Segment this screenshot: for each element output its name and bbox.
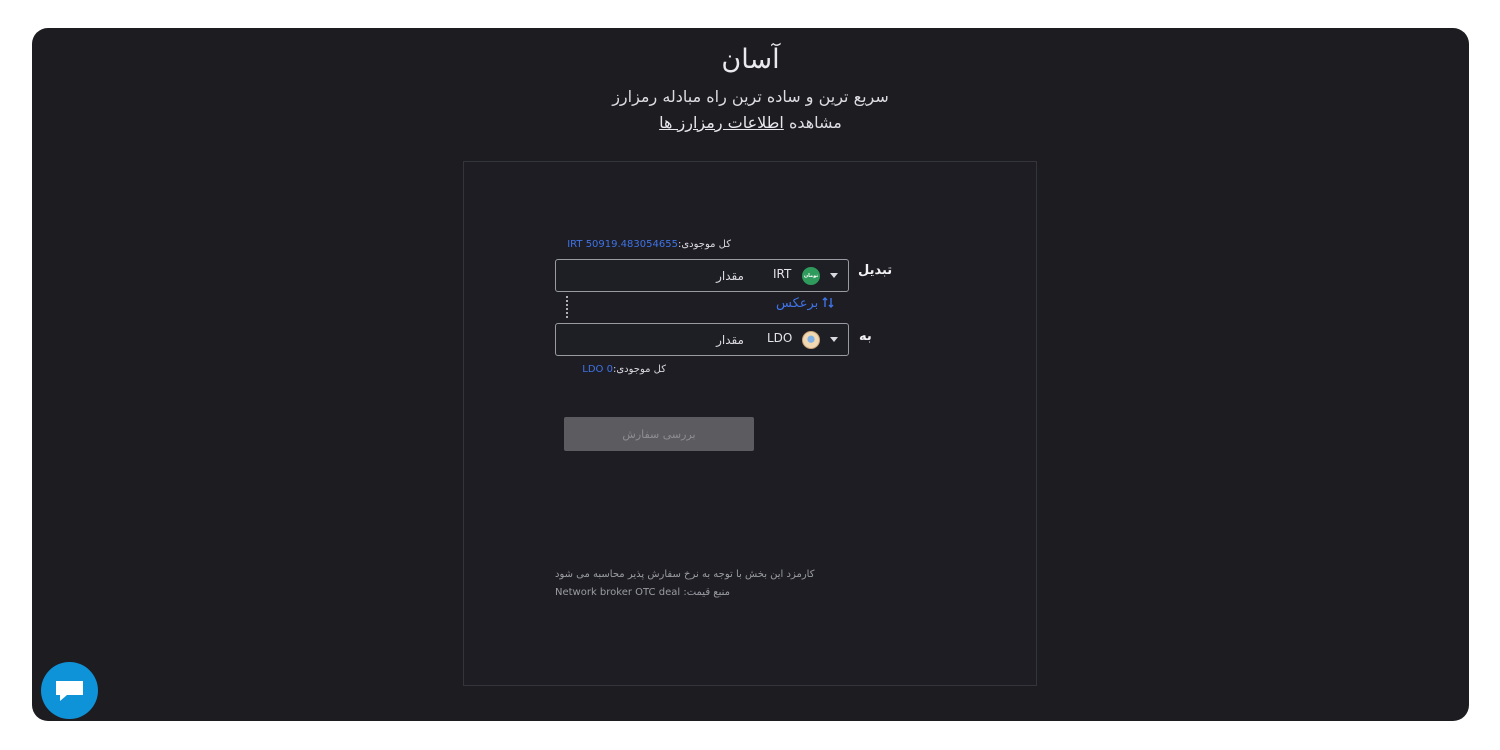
- price-source-label: منبع قیمت:: [683, 587, 730, 598]
- to-balance-label: کل موجودی:: [612, 364, 666, 375]
- to-balance: کل موجودی:LDO 0: [576, 363, 666, 377]
- caret-down-icon[interactable]: [830, 273, 838, 278]
- ldo-coin-icon: [802, 331, 820, 349]
- main-panel: آسان سریع ترین و ساده ترین راه مبادله رم…: [32, 28, 1469, 721]
- price-source-value: Network broker OTC deal: [555, 587, 681, 598]
- caret-down-icon[interactable]: [830, 337, 838, 342]
- chat-button[interactable]: [41, 662, 98, 719]
- reverse-label: برعکس: [776, 296, 819, 311]
- from-balance-value[interactable]: IRT 50919.483054655: [567, 239, 678, 250]
- to-field: LDO: [555, 323, 849, 356]
- reverse-button[interactable]: برعکس: [776, 296, 834, 311]
- fee-note: کارمزد این بخش با توجه به نرخ سفارش پذیر…: [555, 569, 815, 580]
- swap-arrows-icon: [822, 297, 834, 308]
- to-balance-value[interactable]: LDO 0: [582, 364, 613, 375]
- view-prefix: مشاهده: [788, 113, 842, 132]
- from-currency-code[interactable]: IRT: [773, 260, 791, 291]
- view-info-line: مشاهده اطلاعات رمزارز ها: [32, 111, 1469, 135]
- from-field: IRT تومان: [555, 259, 849, 292]
- review-order-button[interactable]: بررسی سفارش: [564, 417, 754, 451]
- crypto-info-link[interactable]: اطلاعات رمزارز ها: [659, 113, 784, 132]
- price-source: منبع قیمت: Network broker OTC deal: [555, 586, 855, 600]
- from-amount-input[interactable]: [556, 260, 744, 291]
- page-title: آسان: [721, 44, 780, 75]
- chat-bubble-icon: [56, 681, 83, 701]
- page-subtitle: سریع ترین و ساده ترین راه مبادله رمزارز: [612, 87, 889, 106]
- from-balance-label: کل موجودی:: [677, 239, 731, 250]
- divider-dots: [566, 296, 568, 318]
- from-field-label: تبدیل: [858, 263, 893, 278]
- to-currency-code[interactable]: LDO: [767, 324, 792, 355]
- toman-coin-icon: تومان: [802, 267, 820, 285]
- to-field-label: به: [859, 329, 872, 344]
- exchange-card: کل موجودی:IRT 50919.483054655 تبدیل IRT …: [463, 161, 1037, 686]
- from-balance: کل موجودی:IRT 50919.483054655: [567, 238, 731, 252]
- to-amount-input[interactable]: [556, 324, 744, 355]
